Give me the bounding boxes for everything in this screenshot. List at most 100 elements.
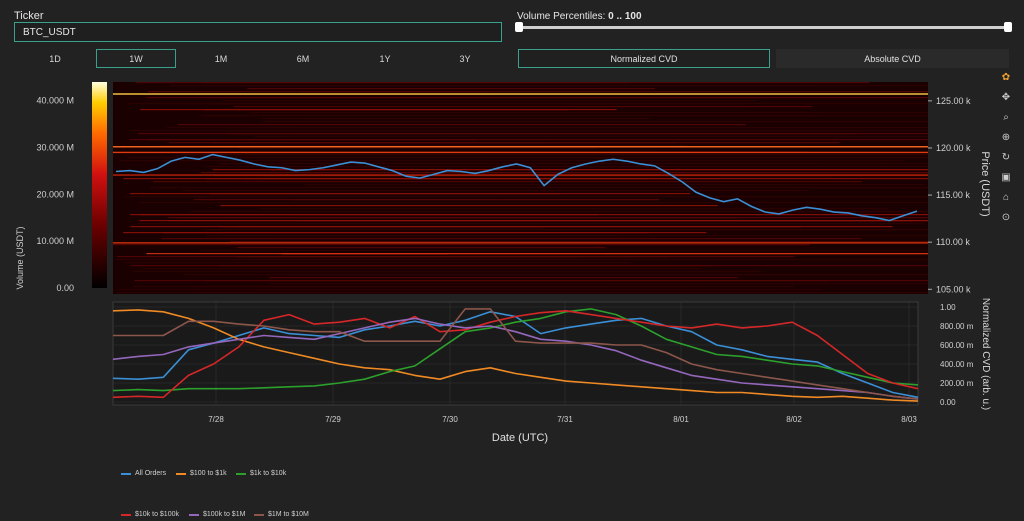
heatmap-band [118, 289, 821, 291]
heatmap-band [198, 292, 928, 294]
heatmap-band [271, 145, 661, 147]
colorbar-tick: 20.000 M [36, 189, 74, 199]
price-tick: 125.00 k [936, 96, 971, 106]
colorbar-tick: 10.000 M [36, 236, 74, 246]
heatmap-band [189, 211, 928, 213]
heatmap-band [205, 235, 619, 237]
colorbar: 40.000 M 30.000 M 20.000 M 10.000 M 0.00 Volu… [15, 82, 107, 293]
colorbar-tick: 30.000 M [36, 143, 74, 153]
price-tick: 110.00 k [936, 237, 970, 247]
heatmap-band [300, 91, 928, 93]
colorbar-title: Volume (USDT) [15, 226, 25, 289]
heatmap-band [201, 82, 870, 84]
heatmap-level [113, 174, 928, 176]
x-tick: 7/28 [208, 415, 224, 424]
heatmap-band [137, 223, 747, 225]
x-tick: 8/03 [901, 415, 917, 424]
heatmap-band [142, 268, 701, 270]
legend-item[interactable]: All Orders [121, 470, 166, 477]
cvd-tick: 400.00 m [940, 360, 974, 369]
heatmap-band [304, 112, 807, 114]
heatmap-band [168, 142, 840, 144]
heatmap-band [147, 97, 928, 99]
legend-label: $100 to $1k [190, 470, 227, 477]
heatmap-level [113, 151, 928, 154]
heatmap[interactable] [113, 82, 929, 294]
heatmap-band [130, 265, 712, 267]
legend-item[interactable]: $100k to $1M [189, 511, 245, 518]
x-tick: 8/02 [786, 415, 802, 424]
price-axis-title: Price (USDT) [979, 151, 991, 216]
heatmap-band [262, 121, 928, 123]
cvd-tick: 200.00 m [940, 379, 974, 388]
colorbar-gradient [92, 82, 107, 288]
heatmap-band [222, 100, 756, 102]
legend-swatch [236, 472, 246, 475]
heatmap-band [159, 187, 929, 189]
heatmap-band [254, 136, 928, 138]
price-tick: 105.00 k [936, 284, 971, 294]
heatmap-band [230, 241, 929, 243]
heatmap-band [125, 196, 929, 198]
cvd-tick: 0.00 [940, 398, 956, 407]
legend-label: All Orders [135, 470, 167, 477]
colorbar-tick: 40.000 M [36, 96, 74, 106]
x-axis-title: Date (UTC) [492, 432, 548, 444]
heatmap-band [130, 130, 928, 132]
heatmap-band [292, 133, 761, 135]
price-tick: 115.00 k [936, 190, 970, 200]
heatmap-band [129, 139, 447, 141]
cvd-tick: 1.00 [940, 303, 956, 312]
heatmap-band [138, 202, 929, 204]
heatmap-band [270, 169, 928, 171]
legend-label: $10k to $100k [135, 511, 179, 518]
heatmap-band [115, 259, 615, 261]
x-axis: 7/28 7/29 7/30 7/31 8/01 8/02 8/03 Date (UTC) [208, 415, 917, 444]
heatmap-band [139, 214, 929, 216]
heatmap-band [269, 283, 928, 285]
heatmap-band [199, 250, 929, 252]
chart-area: 40.000 M 30.000 M 20.000 M 10.000 M 0.00 Volu… [15, 82, 991, 444]
legend-swatch [121, 472, 131, 475]
heatmap-band [153, 181, 862, 183]
x-tick: 7/29 [325, 415, 341, 424]
cvd-axis: 1.00 800.00 m 600.00 m 400.00 m 200.00 m 0.00… [940, 298, 991, 410]
heatmap-band [130, 226, 544, 228]
heatmap-band [304, 184, 926, 186]
heatmap-level [113, 93, 928, 95]
legend-swatch [176, 472, 186, 475]
x-tick: 7/30 [442, 415, 458, 424]
heatmap-band [124, 262, 631, 264]
heatmap-band [160, 103, 929, 105]
legend-label: $100k to $1M [203, 511, 246, 518]
legend-item[interactable]: $100 to $1k [176, 470, 227, 477]
heatmap-band [297, 217, 929, 219]
heatmap-band [239, 256, 795, 258]
heatmap-band [201, 229, 564, 231]
heatmap-band [269, 277, 738, 279]
heatmap-band [261, 118, 650, 120]
heatmap-band [192, 286, 702, 288]
cvd-axis-title: Normalized CVD (arb. u.) [980, 298, 991, 410]
legend-item[interactable]: $1M to $10M [254, 511, 309, 518]
price-axis: 125.00 k 120.00 k 115.00 k 110.00 k 105.00 k… [928, 96, 991, 294]
heatmap-band [236, 247, 606, 249]
legend-item[interactable]: $10k to $100k [121, 511, 179, 518]
legend-swatch [254, 513, 264, 516]
heatmap-band [259, 208, 889, 210]
heatmap-band [133, 271, 762, 273]
legend-label: $1M to $10M [268, 511, 309, 518]
heatmap-band [209, 193, 690, 195]
heatmap-band [244, 85, 597, 87]
x-tick: 7/31 [557, 415, 573, 424]
heatmap-band [203, 115, 822, 117]
cvd-tick: 600.00 m [940, 341, 974, 350]
cvd-chart[interactable] [112, 301, 919, 406]
heatmap-band [134, 280, 829, 282]
legend-item[interactable]: $1k to $10k [236, 470, 286, 477]
legend-swatch [121, 513, 131, 516]
cvd-tick: 800.00 m [940, 322, 974, 331]
price-tick: 120.00 k [936, 143, 971, 153]
heatmap-band [203, 109, 569, 111]
heatmap-band [193, 199, 658, 201]
